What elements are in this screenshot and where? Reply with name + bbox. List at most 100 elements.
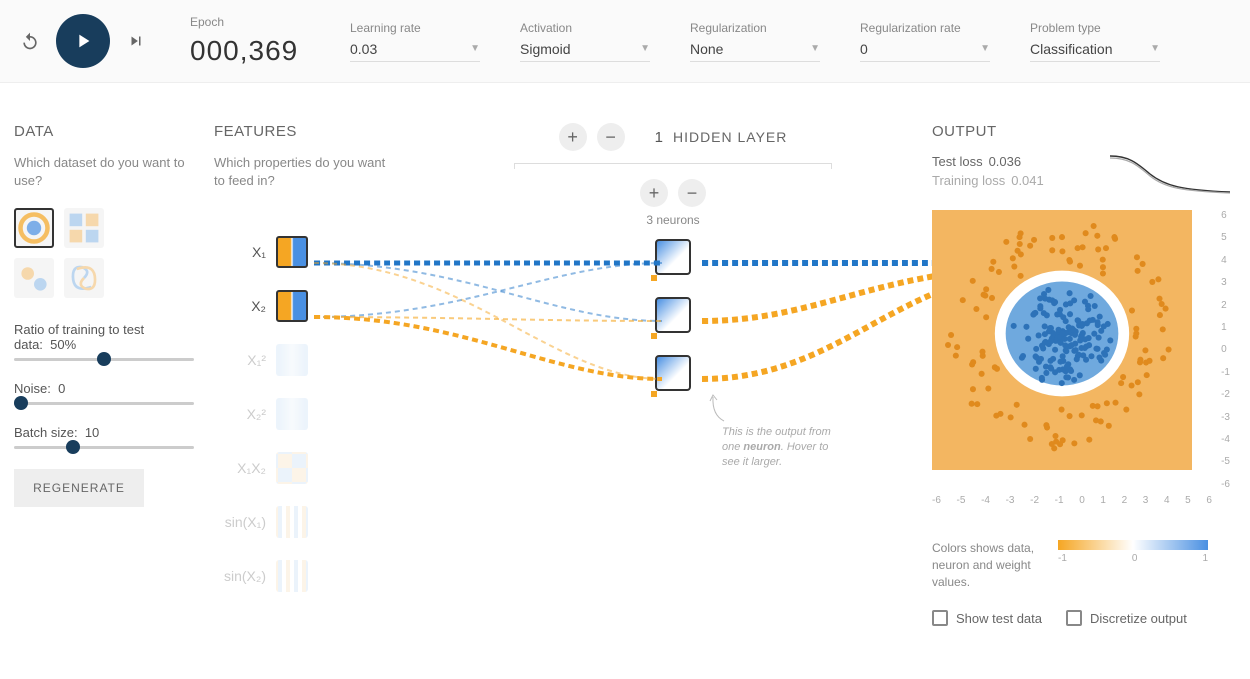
feature-thumb[interactable] <box>276 506 308 538</box>
neuron-hint: This is the output from one neuron. Hove… <box>722 425 832 470</box>
network-column: + − 1 HIDDEN LAYER + − 3 neurons <box>414 123 932 626</box>
feature-label: X₂ <box>214 298 266 314</box>
data-title: DATA <box>14 123 194 140</box>
learning-rate-label: Learning rate <box>350 21 480 35</box>
dataset-spiral[interactable] <box>64 258 104 298</box>
layer-count: 1 <box>655 129 663 146</box>
neuron-1[interactable] <box>655 239 691 275</box>
gradient-ticks: -101 <box>1058 553 1208 564</box>
remove-layer-button[interactable]: − <box>597 123 625 151</box>
hint-arrow-icon <box>709 393 729 423</box>
problem-type-label: Problem type <box>1030 21 1160 35</box>
feature-label: X₁² <box>214 352 266 368</box>
checkbox-icon <box>1066 610 1082 626</box>
add-neuron-button[interactable]: + <box>640 179 668 207</box>
feature-1[interactable]: X₂ <box>214 290 394 322</box>
batch-slider[interactable] <box>14 446 194 449</box>
data-subtitle: Which dataset do you want to use? <box>14 154 194 190</box>
caret-icon: ▼ <box>1150 43 1160 54</box>
feature-2[interactable]: X₁² <box>214 344 394 376</box>
data-column: DATA Which dataset do you want to use? R… <box>14 123 194 626</box>
output-title: OUTPUT <box>932 123 1232 140</box>
output-column: OUTPUT Test loss0.036 Training loss0.041… <box>932 123 1232 626</box>
remove-neuron-button[interactable]: − <box>678 179 706 207</box>
feature-label: sin(X₁) <box>214 514 266 530</box>
epoch-display: Epoch 000,369 <box>190 15 310 67</box>
feature-4[interactable]: X₁X₂ <box>214 452 394 484</box>
discretize-checkbox[interactable]: Discretize output <box>1066 610 1187 626</box>
problem-type-value: Classification <box>1030 41 1112 57</box>
neuron-controls: + − <box>414 179 932 207</box>
caret-icon: ▼ <box>470 43 480 54</box>
feature-thumb[interactable] <box>276 560 308 592</box>
feature-5[interactable]: sin(X₁) <box>214 506 394 538</box>
regularization-value: None <box>690 41 723 57</box>
add-layer-button[interactable]: + <box>559 123 587 151</box>
feature-thumb[interactable] <box>276 344 308 376</box>
layer-divider <box>514 163 832 169</box>
regenerate-button[interactable]: REGENERATE <box>14 469 144 507</box>
feature-thumb[interactable] <box>276 398 308 430</box>
gradient-bar <box>1058 540 1208 550</box>
activation-label: Activation <box>520 21 650 35</box>
caret-icon: ▼ <box>980 43 990 54</box>
step-button[interactable] <box>122 27 150 55</box>
caret-icon: ▼ <box>640 43 650 54</box>
dataset-circle[interactable] <box>14 208 54 248</box>
noise-slider[interactable] <box>14 402 194 405</box>
epoch-value: 000,369 <box>190 35 310 67</box>
regularization-select[interactable]: Regularization None ▼ <box>690 21 820 62</box>
dataset-gauss[interactable] <box>14 258 54 298</box>
main-content: DATA Which dataset do you want to use? R… <box>0 83 1250 646</box>
feature-3[interactable]: X₂² <box>214 398 394 430</box>
feature-label: X₁ <box>214 244 266 260</box>
caret-icon: ▼ <box>810 43 820 54</box>
epoch-label: Epoch <box>190 15 310 29</box>
output-options: Show test data Discretize output <box>932 610 1232 626</box>
legend-text: Colors shows data, neuron and weight val… <box>932 540 1042 590</box>
feature-list: X₁X₂X₁²X₂²X₁X₂sin(X₁)sin(X₂) <box>214 236 394 614</box>
problem-type-select[interactable]: Problem type Classification ▼ <box>1030 21 1160 62</box>
dataset-grid <box>14 208 194 298</box>
activation-value: Sigmoid <box>520 41 571 57</box>
ratio-label: Ratio of training to test data: 50% <box>14 322 194 352</box>
top-bar: Epoch 000,369 Learning rate 0.03 ▼ Activa… <box>0 0 1250 83</box>
feature-thumb[interactable] <box>276 236 308 268</box>
show-test-checkbox[interactable]: Show test data <box>932 610 1042 626</box>
activation-select[interactable]: Activation Sigmoid ▼ <box>520 21 650 62</box>
feature-label: X₂² <box>214 406 266 422</box>
noise-label: Noise: 0 <box>14 381 194 396</box>
features-column: FEATURES Which properties do you want to… <box>214 123 394 626</box>
feature-thumb[interactable] <box>276 452 308 484</box>
neuron-2[interactable] <box>655 297 691 333</box>
reg-rate-select[interactable]: Regularization rate 0 ▼ <box>860 21 990 62</box>
dataset-xor[interactable] <box>64 208 104 248</box>
reset-button[interactable] <box>16 27 44 55</box>
features-subtitle: Which properties do you want to feed in? <box>214 154 394 190</box>
feature-label: sin(X₂) <box>214 568 266 584</box>
y-axis-ticks: 6543210-1-2-3-4-5-6 <box>1221 210 1230 490</box>
play-controls <box>16 14 150 68</box>
features-title: FEATURES <box>214 123 394 140</box>
learning-rate-value: 0.03 <box>350 41 377 57</box>
neuron-stack <box>414 239 932 391</box>
color-legend: Colors shows data, neuron and weight val… <box>932 540 1232 590</box>
feature-0[interactable]: X₁ <box>214 236 394 268</box>
regularization-label: Regularization <box>690 21 820 35</box>
feature-label: X₁X₂ <box>214 460 266 476</box>
loss-curve-chart <box>1110 150 1230 198</box>
feature-6[interactable]: sin(X₂) <box>214 560 394 592</box>
x-axis-ticks: -6-5-4-3-2-10123456 <box>932 495 1212 506</box>
neuron-count: 3 neurons <box>414 213 932 227</box>
batch-label: Batch size: 10 <box>14 425 194 440</box>
checkbox-icon <box>932 610 948 626</box>
neuron-3[interactable] <box>655 355 691 391</box>
layer-label: HIDDEN LAYER <box>673 129 787 145</box>
reg-rate-label: Regularization rate <box>860 21 990 35</box>
ratio-slider[interactable] <box>14 358 194 361</box>
play-button[interactable] <box>56 14 110 68</box>
output-plot[interactable]: 6543210-1-2-3-4-5-6 -6-5-4-3-2-10123456 <box>932 210 1212 490</box>
reg-rate-value: 0 <box>860 41 868 57</box>
feature-thumb[interactable] <box>276 290 308 322</box>
learning-rate-select[interactable]: Learning rate 0.03 ▼ <box>350 21 480 62</box>
